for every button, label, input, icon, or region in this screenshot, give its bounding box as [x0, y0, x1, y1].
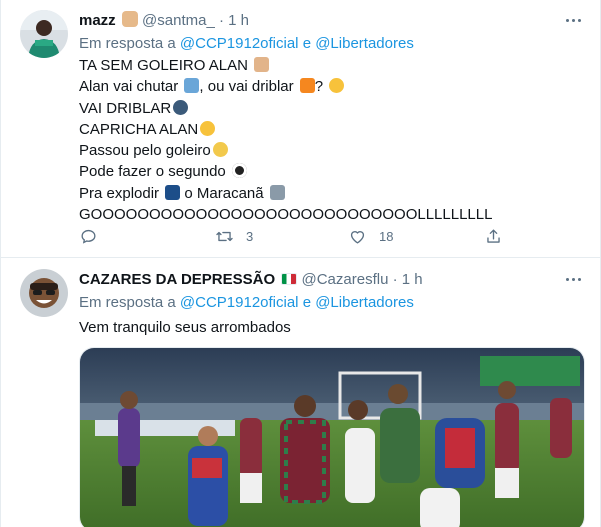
tweet-item[interactable]: CAZARES DA DEPRESSÃO @Cazaresflu · 1 h E… [1, 259, 600, 527]
reply-conjunction: e [302, 294, 312, 311]
timeline: mazz @santma_ · 1 h Em resposta a @CCP19… [0, 0, 601, 527]
reply-prefix: Em resposta a [79, 35, 176, 52]
stadium-emoji [269, 184, 285, 200]
retweet-count: 3 [246, 228, 254, 244]
share-icon [487, 228, 500, 243]
line-tail: ? [314, 78, 324, 96]
retweet-icon [216, 231, 233, 241]
reply-context: Em resposta a @CCP1912oficial e @Liberta… [79, 34, 414, 54]
reply-conjunction: e [302, 35, 312, 52]
star-struck-emoji [200, 120, 216, 136]
line-text: TA SEM GOLEIRO ALAN [79, 57, 248, 74]
line-text: Alan vai chutar [79, 78, 179, 96]
tweet-text: Vem tranquilo seus arrombados [79, 319, 291, 336]
tweet-item[interactable]: mazz @santma_ · 1 h Em resposta a @CCP19… [1, 0, 600, 258]
line-text: GOOOOOOOOOOOOOOOOOOOOOOOOOOOOLLLLLLLLL [79, 206, 493, 224]
tweet-line: Alan vai chutar , ou vai driblar ? [79, 76, 492, 97]
tweet-line: Pra explodir o Maracanã [79, 183, 492, 204]
line-text: Pode fazer o segundo [79, 163, 226, 181]
football-players-brawl-photo[interactable] [79, 347, 585, 527]
tweet-line: Pode fazer o segundo [79, 161, 492, 182]
tweet-header: mazz @santma_ · 1 h [79, 11, 249, 31]
share-button[interactable] [484, 225, 503, 247]
user-handle[interactable]: @Cazaresflu [301, 271, 388, 288]
display-name[interactable]: mazz [79, 12, 116, 29]
like-button[interactable]: 18 [348, 225, 393, 247]
tweet-text: TA SEM GOLEIRO ALAN Alan vai chutar , ou… [79, 55, 492, 225]
raised-fist-emoji [121, 11, 138, 27]
mention-link[interactable]: @CCP1912oficial [180, 294, 299, 311]
sparkler-emoji [165, 184, 181, 200]
separator: · [218, 12, 224, 29]
reply-icon [81, 229, 96, 244]
tweet-line: VAI DRIBLAR [79, 98, 492, 119]
timestamp[interactable]: 1 h [228, 12, 249, 29]
timestamp[interactable]: 1 h [402, 271, 423, 288]
user-handle[interactable]: @santma_ [142, 12, 215, 29]
line-suffix: , ou vai driblar [199, 78, 294, 96]
reply-context: Em resposta a @CCP1912oficial e @Liberta… [79, 293, 414, 313]
tweet-line: CAPRICHA ALAN [79, 119, 492, 140]
line-text: CAPRICHA ALAN [79, 120, 199, 138]
raised-hands-emoji [254, 57, 270, 72]
reply-button[interactable] [79, 225, 110, 247]
kicking-person-emoji [184, 78, 200, 94]
screaming-face-emoji [212, 142, 228, 158]
more-options-icon[interactable] [564, 14, 582, 26]
mention-link[interactable]: @Libertadores [315, 35, 414, 52]
tweet-line: TA SEM GOLEIRO ALAN [79, 55, 492, 76]
line-suffix: o Maracanã [184, 184, 264, 202]
heart-icon [350, 230, 365, 244]
line-text: Passou pelo goleiro [79, 142, 211, 160]
line-text: VAI DRIBLAR [79, 99, 172, 117]
more-options-icon[interactable] [564, 273, 582, 285]
soccer-ball-emoji [231, 163, 247, 179]
thinking-face-emoji [329, 78, 345, 94]
line-text: Pra explodir [79, 184, 160, 202]
retweet-button[interactable]: 3 [215, 225, 253, 247]
tweet-header: CAZARES DA DEPRESSÃO @Cazaresflu · 1 h [79, 270, 423, 290]
tweet-line: GOOOOOOOOOOOOOOOOOOOOOOOOOOOOLLLLLLLLL [79, 204, 492, 225]
tweet-actions: 3 18 [79, 225, 509, 249]
tweet-line: Passou pelo goleiro [79, 140, 492, 161]
like-count: 18 [379, 228, 394, 244]
reply-prefix: Em resposta a [79, 294, 176, 311]
italy-flag-emoji [281, 273, 298, 285]
display-name[interactable]: CAZARES DA DEPRESSÃO [79, 271, 275, 288]
avatar[interactable] [20, 10, 68, 58]
separator: · [392, 271, 398, 288]
speaking-head-emoji [173, 99, 189, 115]
avatar[interactable] [20, 269, 68, 317]
mention-link[interactable]: @Libertadores [315, 294, 414, 311]
mention-link[interactable]: @CCP1912oficial [180, 35, 299, 52]
fire-emoji [299, 78, 315, 94]
